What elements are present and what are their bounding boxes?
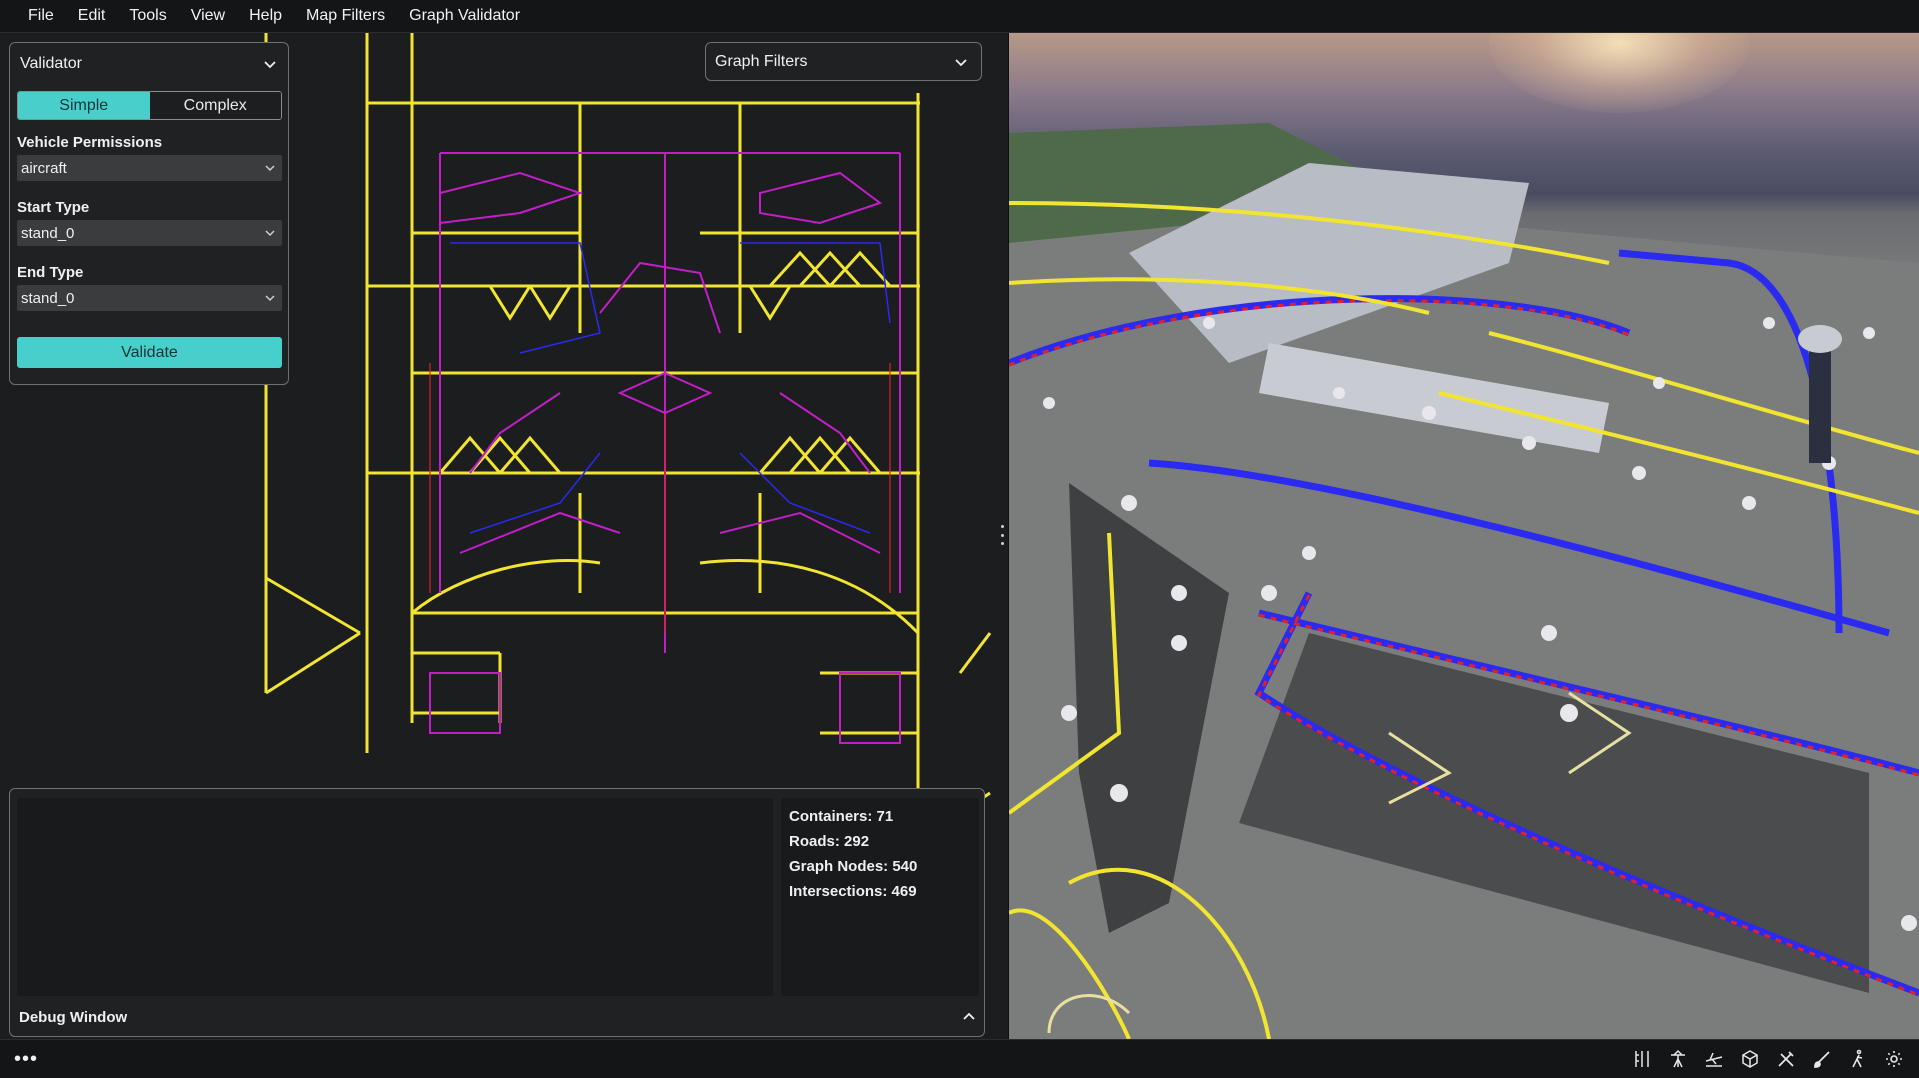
debug-footer[interactable]: Debug Window [19, 1005, 977, 1029]
splitter-dot [1000, 525, 1004, 528]
vehicle-permissions-select[interactable]: aircraft [17, 155, 282, 181]
graph-filters-title: Graph Filters [715, 52, 808, 70]
radio-tower-icon[interactable] [1667, 1048, 1689, 1070]
stat-intersections: Intersections: 469 [789, 883, 917, 900]
ruler-icon[interactable] [1631, 1048, 1653, 1070]
splitter-handle[interactable] [999, 525, 1005, 545]
chevron-down-icon [265, 295, 275, 302]
end-type-select[interactable]: stand_0 [17, 285, 282, 311]
gear-icon[interactable] [1883, 1048, 1905, 1070]
mode-simple-button[interactable]: Simple [18, 92, 150, 119]
chevron-down-icon[interactable] [262, 56, 278, 72]
menu-tools[interactable]: Tools [117, 7, 178, 25]
menu-help[interactable]: Help [237, 7, 294, 25]
debug-log-area[interactable] [17, 798, 773, 996]
control-tower [1809, 343, 1831, 463]
validator-title: Validator [20, 55, 82, 72]
stat-containers: Containers: 71 [789, 808, 894, 825]
more-options-button[interactable]: ••• [14, 1048, 38, 1071]
debug-window: Containers: 71 Roads: 292 Graph Nodes: 5… [9, 788, 985, 1037]
cube-icon[interactable] [1739, 1048, 1761, 1070]
chevron-down-icon [955, 58, 967, 66]
aircraft-icon[interactable] [1703, 1048, 1725, 1070]
validator-header[interactable]: Validator [20, 52, 278, 76]
brush-icon[interactable] [1811, 1048, 1833, 1070]
route-lines-red [429, 363, 891, 633]
validator-mode-toggle: Simple Complex [17, 91, 282, 120]
vehicle-permissions-label: Vehicle Permissions [17, 134, 163, 151]
stat-graph-nodes: Graph Nodes: 540 [789, 858, 918, 875]
menu-edit[interactable]: Edit [66, 7, 118, 25]
control-tower-cab [1798, 325, 1842, 353]
tools-icon[interactable] [1775, 1048, 1797, 1070]
start-type-label: Start Type [17, 199, 90, 216]
status-bar: ••• [0, 1039, 1919, 1078]
stat-roads: Roads: 292 [789, 833, 870, 850]
menu-map-filters[interactable]: Map Filters [294, 7, 397, 25]
start-type-select[interactable]: stand_0 [17, 220, 282, 246]
toolbar-icons [1631, 1048, 1905, 1070]
menu-file[interactable]: File [16, 7, 66, 25]
end-type-label: End Type [17, 264, 84, 281]
graph-filters-dropdown[interactable]: Graph Filters [705, 42, 982, 81]
menu-view[interactable]: View [179, 7, 237, 25]
taxiway-lines [264, 33, 992, 793]
walk-icon[interactable] [1847, 1048, 1869, 1070]
graph-stats-panel: Containers: 71 Roads: 292 Graph Nodes: 5… [781, 798, 979, 996]
airport-3d-render [1009, 123, 1919, 1039]
end-type-value: stand_0 [21, 289, 75, 307]
chevron-down-icon [265, 165, 275, 172]
splitter-dot [1000, 533, 1004, 537]
splitter-dot [1000, 542, 1004, 545]
menu-graph-validator[interactable]: Graph Validator [397, 7, 532, 25]
chevron-down-icon [265, 230, 275, 237]
mode-complex-button[interactable]: Complex [149, 92, 281, 119]
validator-panel: Validator Simple Complex Vehicle Permiss… [9, 42, 289, 385]
chevron-up-icon[interactable] [961, 1009, 977, 1025]
menu-bar: File Edit Tools View Help Map Filters Gr… [0, 0, 1919, 33]
start-type-value: stand_0 [21, 224, 75, 242]
vehicle-permissions-value: aircraft [21, 159, 67, 177]
scene-3d-view[interactable] [1009, 33, 1919, 1039]
debug-window-title: Debug Window [19, 1008, 128, 1026]
validate-button[interactable]: Validate [17, 337, 282, 368]
